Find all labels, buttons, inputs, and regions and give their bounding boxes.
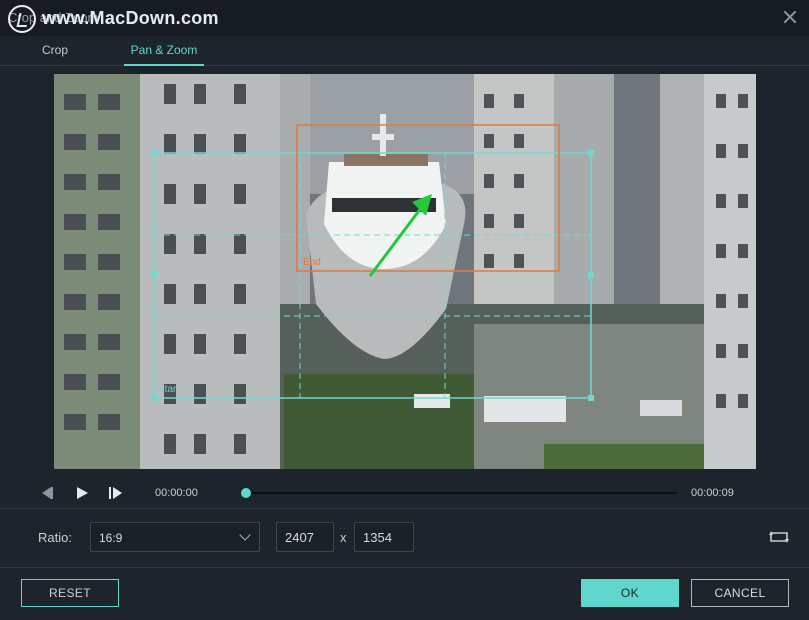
duration-time: 00:00:09 — [691, 487, 734, 499]
chevron-down-icon — [239, 529, 251, 541]
dimension-separator: x — [340, 530, 347, 545]
previous-frame-icon[interactable] — [40, 487, 54, 499]
ratio-label: Ratio: — [38, 530, 72, 545]
preview-scene: Start End — [54, 74, 756, 469]
swap-orientation-icon[interactable] — [768, 529, 790, 545]
height-input[interactable] — [354, 522, 414, 552]
current-time: 00:00:00 — [155, 487, 198, 499]
close-icon[interactable] — [783, 10, 797, 24]
tab-crop[interactable]: Crop — [28, 36, 82, 66]
ratio-selected-value: 16:9 — [99, 531, 123, 545]
tab-bar: Crop Pan & Zoom — [0, 36, 809, 66]
playback-controls: 00:00:00 00:00:09 — [0, 478, 809, 508]
footer — [0, 568, 809, 620]
ok-button[interactable]: OK — [581, 579, 679, 607]
divider — [0, 508, 809, 509]
timeline-scrubber[interactable] — [241, 488, 677, 498]
width-input[interactable] — [276, 522, 334, 552]
tab-pan-zoom[interactable]: Pan & Zoom — [124, 36, 204, 66]
title-bar: Crop and Zoom www.MacDown.com — [0, 0, 809, 36]
watermark-text: www.MacDown.com — [42, 8, 219, 28]
play-icon[interactable] — [77, 487, 89, 499]
ratio-select[interactable]: 16:9 — [90, 522, 260, 552]
scrubber-handle[interactable] — [241, 488, 251, 498]
reset-button[interactable]: RESET — [21, 579, 119, 607]
cancel-button[interactable]: CANCEL — [691, 579, 789, 607]
app-logo-icon — [8, 5, 36, 33]
start-frame-label: Start — [158, 384, 179, 395]
next-frame-icon[interactable] — [109, 487, 123, 499]
video-preview[interactable]: Start End — [54, 74, 756, 469]
end-frame-label: End — [303, 257, 321, 268]
